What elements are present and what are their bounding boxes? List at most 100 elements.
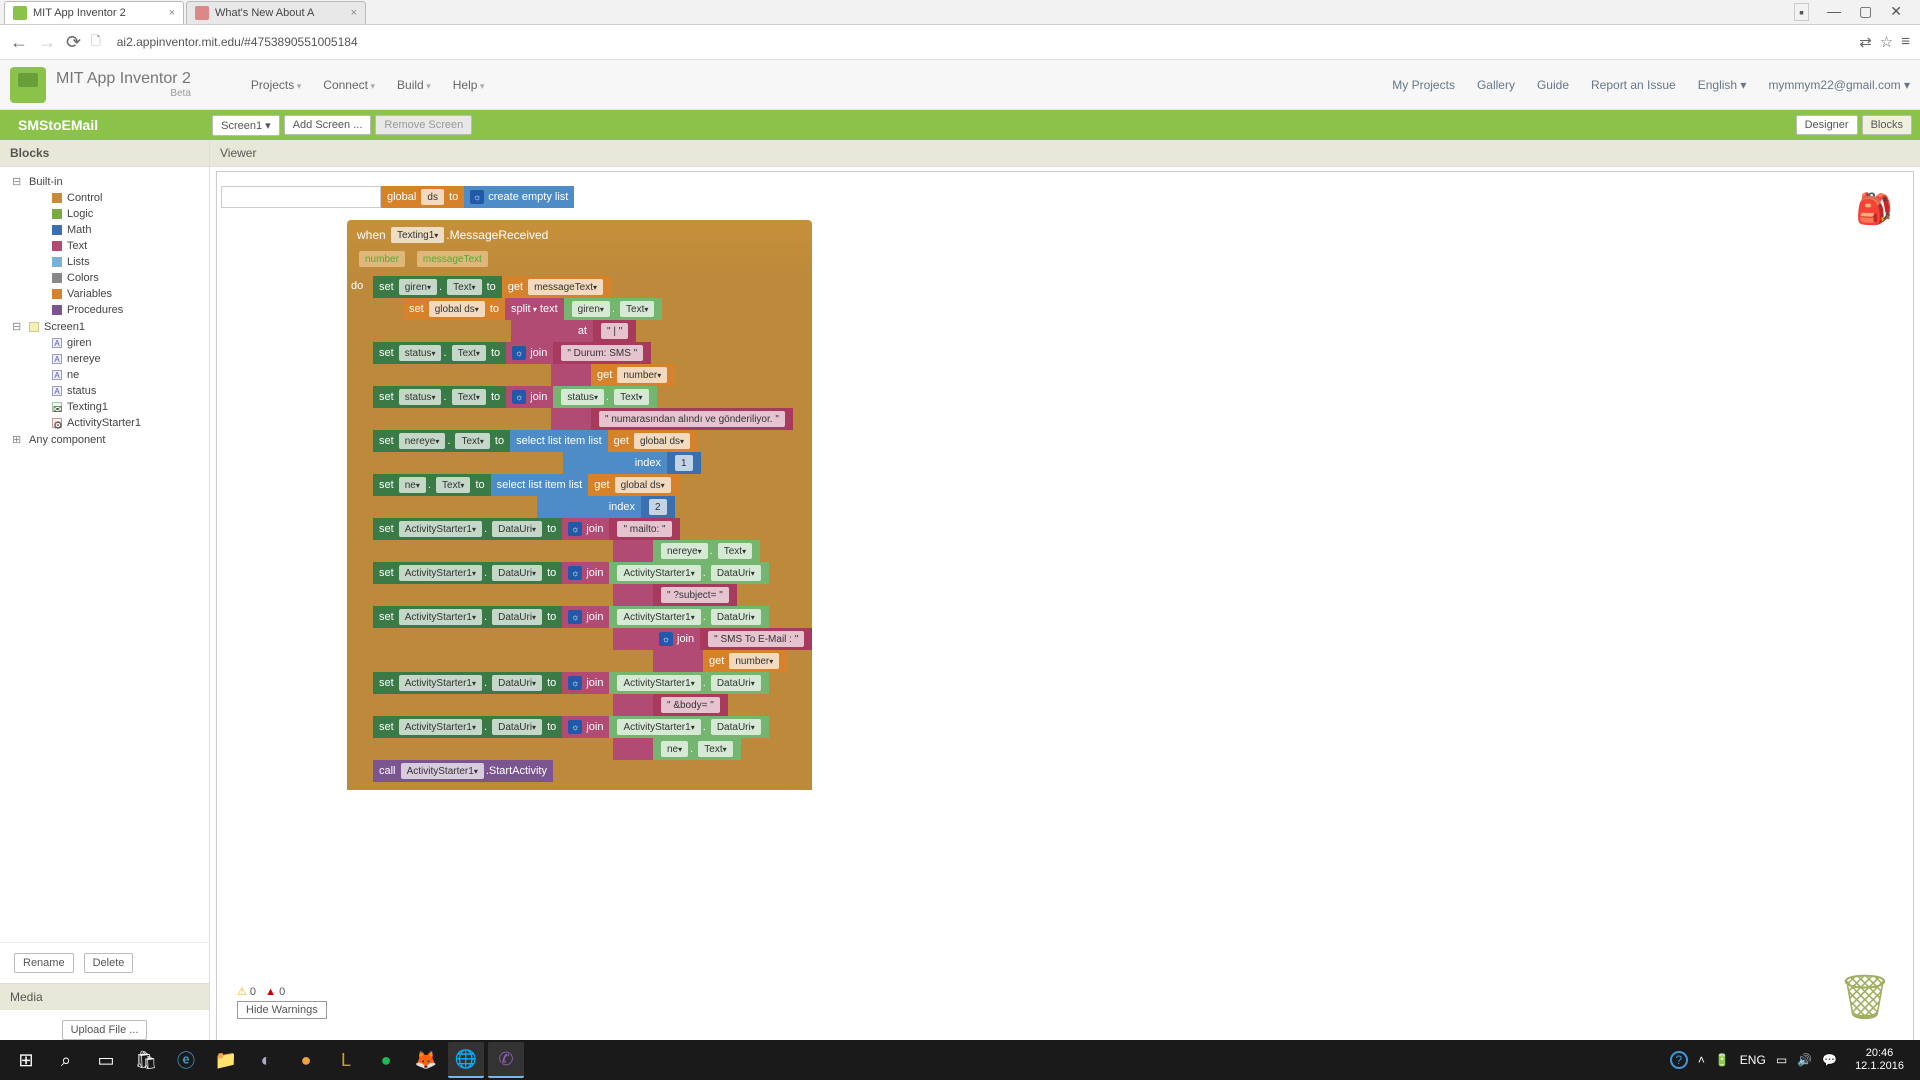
steam-icon[interactable]: ◐ <box>248 1042 284 1078</box>
tree-activitystarter1[interactable]: ⚙ActivityStarter1 <box>4 415 205 431</box>
menu-connect[interactable]: Connect <box>323 78 375 92</box>
tree-screen1[interactable]: ⊟Screen1 <box>4 318 205 335</box>
block-row[interactable]: set status. Text to join " Durum: SMS " <box>373 342 812 364</box>
block-row[interactable]: nereye. Text <box>373 540 812 562</box>
close-icon[interactable]: × <box>169 7 175 19</box>
chrome-icon[interactable]: 🌐 <box>448 1042 484 1078</box>
block-row[interactable]: set giren. Text to get messageText <box>373 276 812 298</box>
backpack-icon[interactable]: 🎒 <box>1856 192 1893 227</box>
tree-control[interactable]: Control <box>4 190 205 206</box>
blocks-button[interactable]: Blocks <box>1862 115 1912 135</box>
block-row[interactable]: join " SMS To E-Mail : " <box>373 628 812 650</box>
spotify-icon[interactable]: ● <box>368 1042 404 1078</box>
tree-text[interactable]: Text <box>4 238 205 254</box>
block-row[interactable]: set ActivityStarter1. DataUri to join Ac… <box>373 716 812 738</box>
lol-icon[interactable]: L <box>328 1042 364 1078</box>
event-block[interactable]: when Texting1 .MessageReceived number me… <box>347 220 812 276</box>
block-row[interactable]: set ActivityStarter1. DataUri to join Ac… <box>373 672 812 694</box>
help-icon[interactable]: ? <box>1670 1051 1688 1069</box>
battery-icon[interactable]: 🔋 <box>1715 1053 1730 1067</box>
link-gallery[interactable]: Gallery <box>1477 78 1515 92</box>
link-report[interactable]: Report an Issue <box>1591 78 1676 92</box>
url-field[interactable]: ai2.appinventor.mit.edu/#475389055100518… <box>111 35 1849 49</box>
tray-chevron-icon[interactable]: ˄ <box>1698 1053 1705 1067</box>
block-row[interactable]: " &body= " <box>373 694 812 716</box>
block-row[interactable]: index 2 <box>373 496 812 518</box>
star-icon[interactable]: ☆ <box>1880 33 1893 51</box>
menu-icon[interactable]: ≡ <box>1901 33 1910 51</box>
delete-button[interactable]: Delete <box>84 953 134 973</box>
menu-projects[interactable]: Projects <box>251 78 301 92</box>
block-row[interactable]: set status. Text to join status. Text <box>373 386 812 408</box>
edge-icon[interactable]: ⓔ <box>168 1042 204 1078</box>
tree-lists[interactable]: Lists <box>4 254 205 270</box>
app-icon[interactable]: ● <box>288 1042 324 1078</box>
block-row[interactable]: get number <box>373 650 812 672</box>
tree-variables[interactable]: Variables <box>4 286 205 302</box>
user-icon[interactable]: ▪ <box>1794 3 1809 21</box>
forward-icon[interactable]: → <box>38 32 56 53</box>
link-english[interactable]: English ▾ <box>1698 78 1747 92</box>
close-icon[interactable]: × <box>351 7 357 19</box>
minimize-icon[interactable]: — <box>1827 3 1841 21</box>
tree-nereye[interactable]: Anereye <box>4 351 205 367</box>
lang-icon[interactable]: ENG <box>1740 1053 1766 1067</box>
taskview-icon[interactable]: ▭ <box>88 1042 124 1078</box>
block-row[interactable]: get number <box>373 364 812 386</box>
sound-icon[interactable]: 🔊 <box>1797 1053 1812 1067</box>
tree-status[interactable]: Astatus <box>4 383 205 399</box>
start-icon[interactable]: ⊞ <box>8 1042 44 1078</box>
blocks-canvas[interactable]: global ds to create empty list when Text… <box>216 171 1914 1044</box>
clock[interactable]: 20:4612.1.2016 <box>1847 1047 1912 1073</box>
tree-logic[interactable]: Logic <box>4 206 205 222</box>
firefox-icon[interactable]: 🦊 <box>408 1042 444 1078</box>
remove-screen-button[interactable]: Remove Screen <box>375 115 472 135</box>
tab-active[interactable]: MIT App Inventor 2× <box>4 1 184 24</box>
tree-math[interactable]: Math <box>4 222 205 238</box>
block-row[interactable]: index 1 <box>373 452 812 474</box>
link-guide[interactable]: Guide <box>1537 78 1569 92</box>
translate-icon[interactable]: ⇄ <box>1859 33 1872 51</box>
tree-giren[interactable]: Agiren <box>4 335 205 351</box>
tree-colors[interactable]: Colors <box>4 270 205 286</box>
block-row[interactable]: at " | " <box>403 320 812 342</box>
trash-icon[interactable]: 🗑 <box>1837 971 1893 1023</box>
block-row[interactable]: ne. Text <box>373 738 812 760</box>
maximize-icon[interactable]: ▢ <box>1859 3 1872 21</box>
back-icon[interactable]: ← <box>10 32 28 53</box>
search-icon[interactable]: ⌕ <box>48 1042 84 1078</box>
wifi-icon[interactable]: ▭ <box>1776 1053 1787 1067</box>
block-row[interactable]: " numarasından alındı ve gönderiliyor. " <box>373 408 812 430</box>
menu-help[interactable]: Help <box>453 78 485 92</box>
add-screen-button[interactable]: Add Screen ... <box>284 115 372 135</box>
block-row[interactable]: set ActivityStarter1. DataUri to join Ac… <box>373 562 812 584</box>
block-row[interactable]: set nereye. Text to select list item lis… <box>373 430 812 452</box>
hide-warnings-button[interactable]: Hide Warnings <box>237 1001 327 1019</box>
reload-icon[interactable]: ⟳ <box>66 32 81 53</box>
link-myprojects[interactable]: My Projects <box>1392 78 1455 92</box>
designer-button[interactable]: Designer <box>1796 115 1858 135</box>
tab-inactive[interactable]: What's New About A× <box>186 1 366 24</box>
block-row[interactable]: set ActivityStarter1. DataUri to join Ac… <box>373 606 812 628</box>
viber-icon[interactable]: ✆ <box>488 1042 524 1078</box>
upload-button[interactable]: Upload File ... <box>62 1020 148 1040</box>
screen-dropdown[interactable]: Screen1 ▾ <box>212 115 280 136</box>
link-user[interactable]: mymmym22@gmail.com ▾ <box>1768 78 1910 92</box>
block-row[interactable]: set ActivityStarter1. DataUri to join " … <box>373 518 812 540</box>
tree-procedures[interactable]: Procedures <box>4 302 205 318</box>
block-row[interactable]: set global ds to split text giren. Text <box>403 298 812 320</box>
menu-build[interactable]: Build <box>397 78 431 92</box>
tree-anycomponent[interactable]: ⊞Any component <box>4 431 205 448</box>
explorer-icon[interactable]: 📁 <box>208 1042 244 1078</box>
store-icon[interactable]: 🛍 <box>128 1042 164 1078</box>
tree-builtin[interactable]: ⊟Built-in <box>4 173 205 190</box>
notifications-icon[interactable]: 💬 <box>1822 1053 1837 1067</box>
project-bar: SMStoEMail Screen1 ▾ Add Screen ... Remo… <box>0 110 1920 140</box>
tree-ne[interactable]: Ane <box>4 367 205 383</box>
rename-button[interactable]: Rename <box>14 953 74 973</box>
block-row[interactable]: " ?subject= " <box>373 584 812 606</box>
close-icon[interactable]: ✕ <box>1890 3 1902 21</box>
block-row[interactable]: call ActivityStarter1.StartActivity <box>373 760 812 782</box>
block-row[interactable]: set ne. Text to select list item list ge… <box>373 474 812 496</box>
tree-texting1[interactable]: ✉Texting1 <box>4 399 205 415</box>
